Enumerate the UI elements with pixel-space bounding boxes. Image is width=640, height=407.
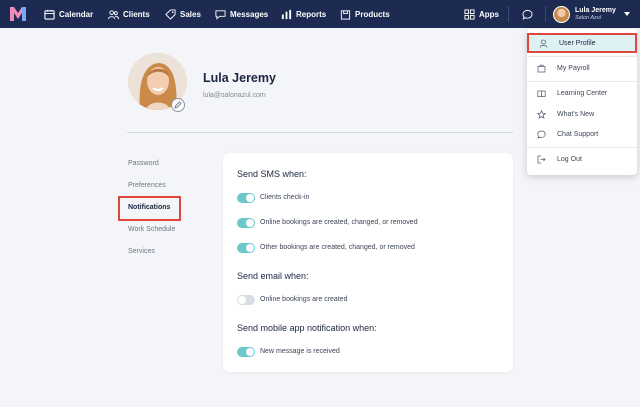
email-section-title: Send email when: [237,271,309,281]
avatar [553,5,570,23]
nav-apps[interactable]: Apps [464,0,499,28]
nav-divider [508,6,509,22]
nav-products[interactable]: Products [340,0,390,28]
notifications-card [223,153,513,372]
clients-icon [108,9,119,19]
email-option-label: Online bookings are created [260,296,348,303]
email-toggle-online-bookings[interactable] [237,295,255,305]
sms-toggle-other-bookings[interactable] [237,243,255,253]
nav-apps-label: Apps [479,9,499,19]
nav-sales[interactable]: Sales [165,0,201,28]
user-salon: Salon Azul [575,14,602,21]
dropdown-whats-new[interactable]: What's New [527,104,637,124]
dropdown-divider [527,147,637,148]
sms-toggle-online-bookings[interactable] [237,218,255,228]
book-icon [537,90,546,97]
page-title: Lula Jeremy [203,71,276,85]
highlight-box [118,196,181,221]
settings-menu-services[interactable]: Services [128,248,155,255]
user-icon [539,39,548,48]
nav-calendar-label: Calendar [59,9,94,19]
sms-section-title: Send SMS when: [237,169,307,179]
dropdown-item-label: What's New [557,110,595,118]
wallet-icon [537,64,546,72]
nav-sales-label: Sales [180,9,201,19]
dropdown-item-label: My Payroll [557,64,590,72]
nav-calendar[interactable]: Calendar [44,0,93,28]
dropdown-my-payroll[interactable]: My Payroll [527,58,637,78]
settings-menu-preferences[interactable]: Preferences [128,182,166,189]
app-section-title: Send mobile app notification when: [237,323,377,333]
nav-reports-label: Reports [296,9,327,19]
apps-grid-icon [464,8,475,20]
logout-icon [537,155,546,163]
user-name: Lula Jeremy [575,6,616,14]
section-divider [127,132,513,133]
nav-products-label: Products [355,9,390,19]
nav-messages[interactable]: Messages [215,0,268,28]
calendar-icon [44,9,55,20]
dropdown-log-out[interactable]: Log Out [527,149,637,169]
dropdown-item-label: User Profile [559,39,596,47]
dropdown-item-label: Learning Center [557,89,608,97]
nav-divider [545,6,546,22]
settings-menu-work-schedule[interactable]: Work Schedule [128,226,175,233]
logo-icon[interactable] [10,7,26,21]
user-info: Lula Jeremy Salon Azul [575,7,616,22]
box-icon [340,9,351,20]
app-toggle-new-message[interactable] [237,347,255,357]
sms-option-label: Clients check-in [260,194,310,201]
nav-reports[interactable]: Reports [281,0,326,28]
dropdown-divider [527,56,637,57]
pencil-icon [174,101,182,109]
dropdown-item-label: Log Out [557,155,582,163]
dropdown-user-profile[interactable]: User Profile [527,33,637,53]
user-menu-toggle[interactable]: Lula Jeremy Salon Azul [553,4,630,24]
speech-bubble-icon [522,9,533,20]
nav-chat-button[interactable] [522,0,533,28]
profile-email: lula@salonazul.com [203,92,266,99]
tag-icon [165,8,176,20]
chevron-down-icon [623,12,630,16]
star-icon [537,109,546,119]
settings-menu-password[interactable]: Password [128,160,159,167]
sms-option-label: Other bookings are created, changed, or … [260,244,415,251]
sms-toggle-clients-check-in[interactable] [237,193,255,203]
dropdown-chat-support[interactable]: Chat Support [527,124,637,144]
nav-messages-label: Messages [230,9,269,19]
edit-photo-button[interactable] [171,98,185,112]
chat-icon [215,9,226,20]
top-navigation-bar: Calendar Clients Sales Messages Reports … [0,0,640,28]
dropdown-divider [527,81,637,82]
sms-option-label: Online bookings are created, changed, or… [260,219,418,226]
app-option-label: New message is received [260,348,340,355]
chat-support-icon [537,130,546,139]
dropdown-learning-center[interactable]: Learning Center [527,83,637,103]
dropdown-item-label: Chat Support [557,130,599,138]
bar-chart-icon [281,9,292,19]
nav-clients[interactable]: Clients [108,0,150,28]
nav-clients-label: Clients [123,9,150,19]
